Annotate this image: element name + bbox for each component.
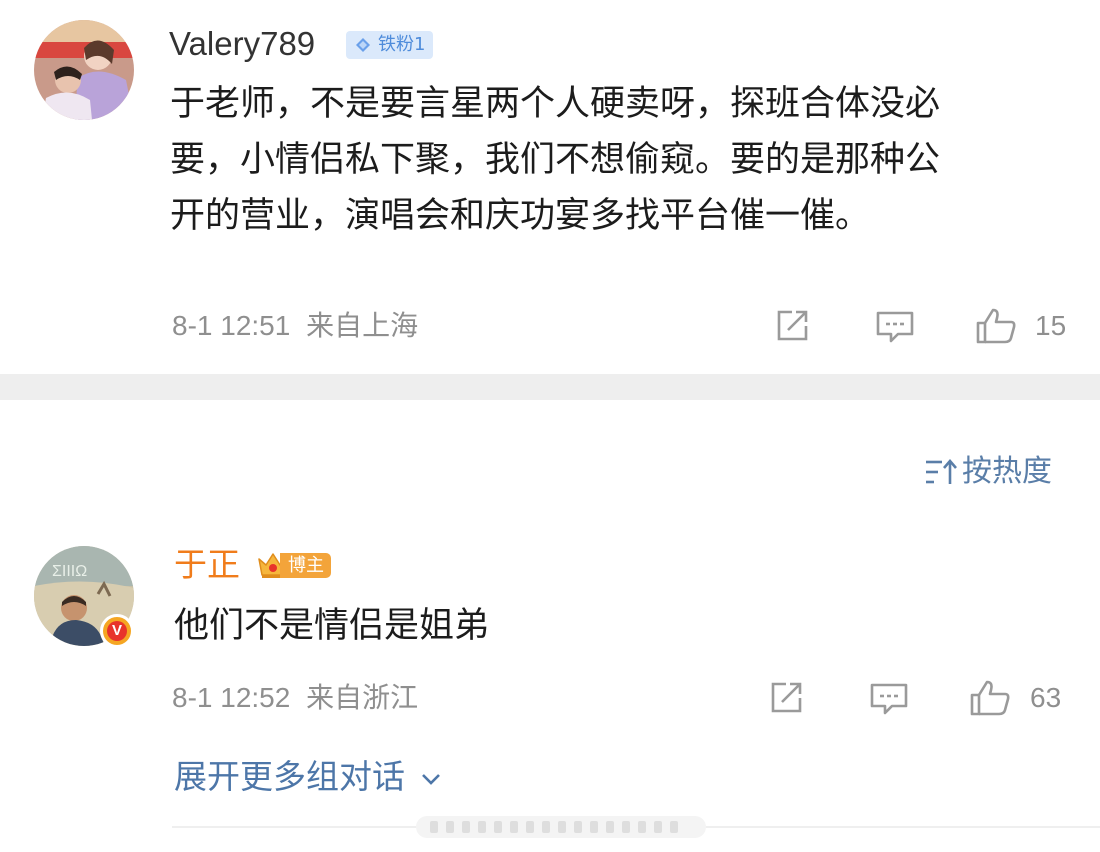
expand-more-label: 展开更多组对话 bbox=[174, 757, 405, 796]
section-divider bbox=[0, 374, 1100, 400]
location: 来自上海 bbox=[306, 310, 419, 341]
diamond-icon bbox=[356, 38, 370, 52]
reply-button[interactable] bbox=[874, 306, 916, 346]
thumbs-up-icon bbox=[976, 308, 1016, 344]
fan-level-badge[interactable]: 铁粉1 bbox=[346, 31, 434, 59]
sort-icon bbox=[926, 459, 957, 484]
comment-meta: 8-1 12:51 来自上海 bbox=[172, 309, 418, 343]
comment-text-line: 于老师，不是要言星两个人硬卖呀，探班合体没必 bbox=[170, 84, 941, 124]
fan-level-label: 铁粉1 bbox=[378, 34, 426, 55]
timestamp: 8-1 12:52 bbox=[172, 682, 291, 713]
verified-badge: V bbox=[100, 614, 134, 648]
avatar[interactable] bbox=[34, 20, 134, 120]
comment-text: 他们不是情侣是姐弟 bbox=[174, 606, 490, 646]
share-icon bbox=[771, 682, 802, 713]
verified-badge-label: V bbox=[107, 621, 127, 641]
chevron-down-icon bbox=[421, 773, 440, 785]
comment-text: 于老师，不是要言星两个人硬卖呀，探班合体没必 要，小情侣私下聚，我们不想偷窥。要… bbox=[170, 76, 1070, 244]
location: 来自浙江 bbox=[306, 682, 419, 713]
like-count: 63 bbox=[1030, 682, 1062, 713]
like-button[interactable] bbox=[968, 678, 1014, 718]
comment-text-line: 要，小情侣私下聚，我们不想偷窥。要的是那种公 bbox=[170, 140, 941, 180]
like-count: 15 bbox=[1035, 310, 1067, 341]
timestamp: 8-1 12:51 bbox=[172, 310, 291, 341]
comment-item: Valery789 铁粉1 于老师，不是要言星两个人硬卖呀，探班合体没必 要，小… bbox=[0, 0, 1100, 374]
comment-icon bbox=[876, 311, 914, 343]
share-button[interactable] bbox=[766, 678, 806, 718]
thumbs-up-icon bbox=[970, 680, 1010, 716]
comment-icon bbox=[870, 683, 908, 715]
sort-label: 按热度 bbox=[962, 454, 1052, 489]
watermark-icon bbox=[416, 816, 706, 838]
comment-item: ΣΙΙΙΩ V 于正 博主 他们不是情侣是姐弟 8-1 12:52 来自浙江 6… bbox=[0, 520, 1100, 820]
blogger-badge-label: 博主 bbox=[280, 553, 331, 578]
username[interactable]: Valery789 bbox=[169, 24, 315, 64]
share-button[interactable] bbox=[772, 306, 812, 346]
expand-more-link[interactable]: 展开更多组对话 bbox=[174, 755, 442, 799]
blogger-badge[interactable]: 博主 bbox=[256, 550, 344, 580]
comment-meta: 8-1 12:52 来自浙江 bbox=[172, 681, 418, 715]
svg-text:ΣΙΙΙΩ: ΣΙΙΙΩ bbox=[52, 563, 87, 580]
reply-button[interactable] bbox=[868, 678, 910, 718]
like-button[interactable] bbox=[974, 306, 1020, 346]
username[interactable]: 于正 bbox=[174, 545, 240, 585]
share-icon bbox=[777, 310, 808, 341]
comment-text-line: 开的营业，演唱会和庆功宴多找平台催一催。 bbox=[170, 196, 871, 236]
